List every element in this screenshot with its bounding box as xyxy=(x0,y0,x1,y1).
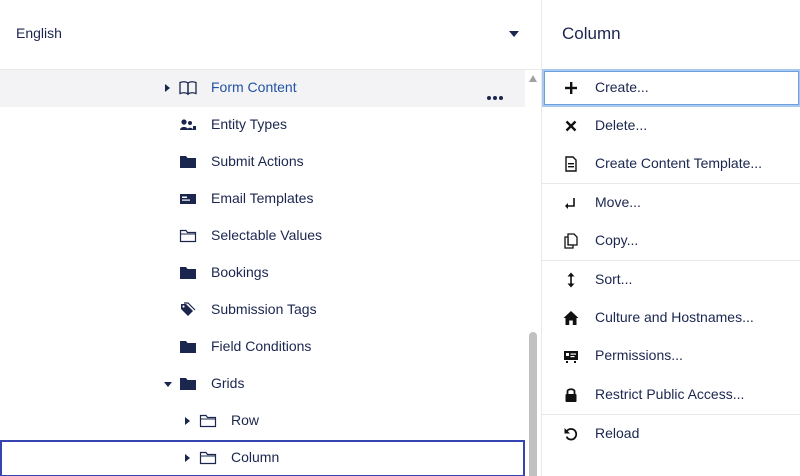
action-permissions[interactable]: Permissions... xyxy=(542,337,800,375)
tree-item-label: Form Content xyxy=(211,79,297,95)
tree-item-label: Submission Tags xyxy=(211,301,317,317)
tree-item-submit-actions[interactable]: Submit Actions xyxy=(0,144,525,181)
caret-right-icon[interactable] xyxy=(185,417,190,425)
folder-icon xyxy=(180,156,196,168)
action-label: Permissions... xyxy=(595,347,683,363)
tree-item-field-conditions[interactable]: Field Conditions xyxy=(0,329,525,366)
action-label: Culture and Hostnames... xyxy=(595,309,754,325)
action-sort[interactable]: Sort... xyxy=(542,261,800,299)
sort-arrows-icon xyxy=(567,272,575,288)
tree-item-column[interactable]: Column xyxy=(0,440,525,476)
language-selected-value: English xyxy=(16,25,62,41)
tags-icon xyxy=(181,302,196,316)
tree-scrollbar[interactable] xyxy=(527,70,541,476)
tree-item-selectable-values[interactable]: Selectable Values xyxy=(0,218,525,255)
content-tree-panel: English Form Content Entity Types Submit… xyxy=(0,0,541,476)
action-label: Copy... xyxy=(595,232,639,248)
document-template-icon xyxy=(565,156,577,172)
tree-item-email-templates[interactable]: Email Templates xyxy=(0,181,525,218)
folder-outline-icon xyxy=(199,414,217,428)
tree-item-row[interactable]: Row xyxy=(0,403,525,440)
tree-item-submission-tags[interactable]: Submission Tags xyxy=(0,292,525,329)
scroll-thumb[interactable] xyxy=(529,332,537,476)
actions-header: Column xyxy=(542,0,800,70)
book-icon xyxy=(179,81,197,96)
actions-title: Column xyxy=(562,24,621,43)
action-label: Restrict Public Access... xyxy=(595,386,745,402)
tree-item-label: Selectable Values xyxy=(211,227,323,243)
folder-icon xyxy=(180,341,196,353)
tree-item-label: Email Templates xyxy=(211,190,314,206)
copy-icon xyxy=(564,233,578,249)
delete-x-icon xyxy=(565,120,577,132)
language-selector[interactable]: English xyxy=(0,0,541,70)
tree-item-label: Bookings xyxy=(211,264,269,280)
tree-item-label: Column xyxy=(231,449,280,465)
action-label: Delete... xyxy=(595,117,648,133)
action-move[interactable]: Move... xyxy=(542,184,800,222)
tree-item-entity-types[interactable]: Entity Types xyxy=(0,107,525,144)
more-options-icon[interactable] xyxy=(487,87,505,105)
action-label: Move... xyxy=(595,194,641,210)
home-icon xyxy=(563,311,579,325)
tree-item-form-content[interactable]: Form Content xyxy=(0,70,525,107)
caret-down-icon[interactable] xyxy=(164,382,172,387)
action-label: Reload xyxy=(595,425,640,441)
folder-outline-icon xyxy=(199,451,217,465)
content-tree: Form Content Entity Types Submit Actions xyxy=(0,70,527,476)
tree-item-label: Row xyxy=(231,412,260,428)
action-restrict-public-access[interactable]: Restrict Public Access... xyxy=(542,376,800,414)
chevron-down-icon[interactable] xyxy=(509,31,519,37)
tree-item-grids[interactable]: Grids xyxy=(0,366,525,403)
action-reload[interactable]: Reload xyxy=(542,415,800,453)
action-label: Create Content Template... xyxy=(595,155,763,171)
tree-item-bookings[interactable]: Bookings xyxy=(0,255,525,292)
lock-icon xyxy=(565,388,577,402)
tree-item-label: Grids xyxy=(211,375,245,391)
action-copy[interactable]: Copy... xyxy=(542,222,800,260)
folder-icon xyxy=(180,267,196,279)
folder-icon xyxy=(180,378,196,390)
plus-icon xyxy=(565,82,577,94)
action-label: Sort... xyxy=(595,271,633,287)
caret-right-icon[interactable] xyxy=(185,454,190,462)
action-culture-and-hostnames[interactable]: Culture and Hostnames... xyxy=(542,299,800,337)
tree-item-label: Submit Actions xyxy=(211,153,304,169)
caret-right-icon[interactable] xyxy=(165,84,170,92)
action-label: Create... xyxy=(595,79,649,95)
reload-icon xyxy=(564,428,578,441)
permissions-icon xyxy=(564,351,578,363)
scroll-up-arrow-icon[interactable] xyxy=(529,75,537,82)
move-arrow-icon xyxy=(565,198,575,209)
action-delete[interactable]: Delete... xyxy=(542,107,800,145)
folder-outline-icon xyxy=(179,229,197,243)
tree-item-label: Entity Types xyxy=(211,116,288,132)
action-create-content-template[interactable]: Create Content Template... xyxy=(542,145,800,183)
action-create[interactable]: Create... xyxy=(542,69,800,107)
email-template-icon xyxy=(180,194,196,204)
tree-item-label: Field Conditions xyxy=(211,338,312,354)
users-icon xyxy=(180,119,196,130)
actions-panel: Column Create... Delete... Create Conten… xyxy=(541,0,800,476)
